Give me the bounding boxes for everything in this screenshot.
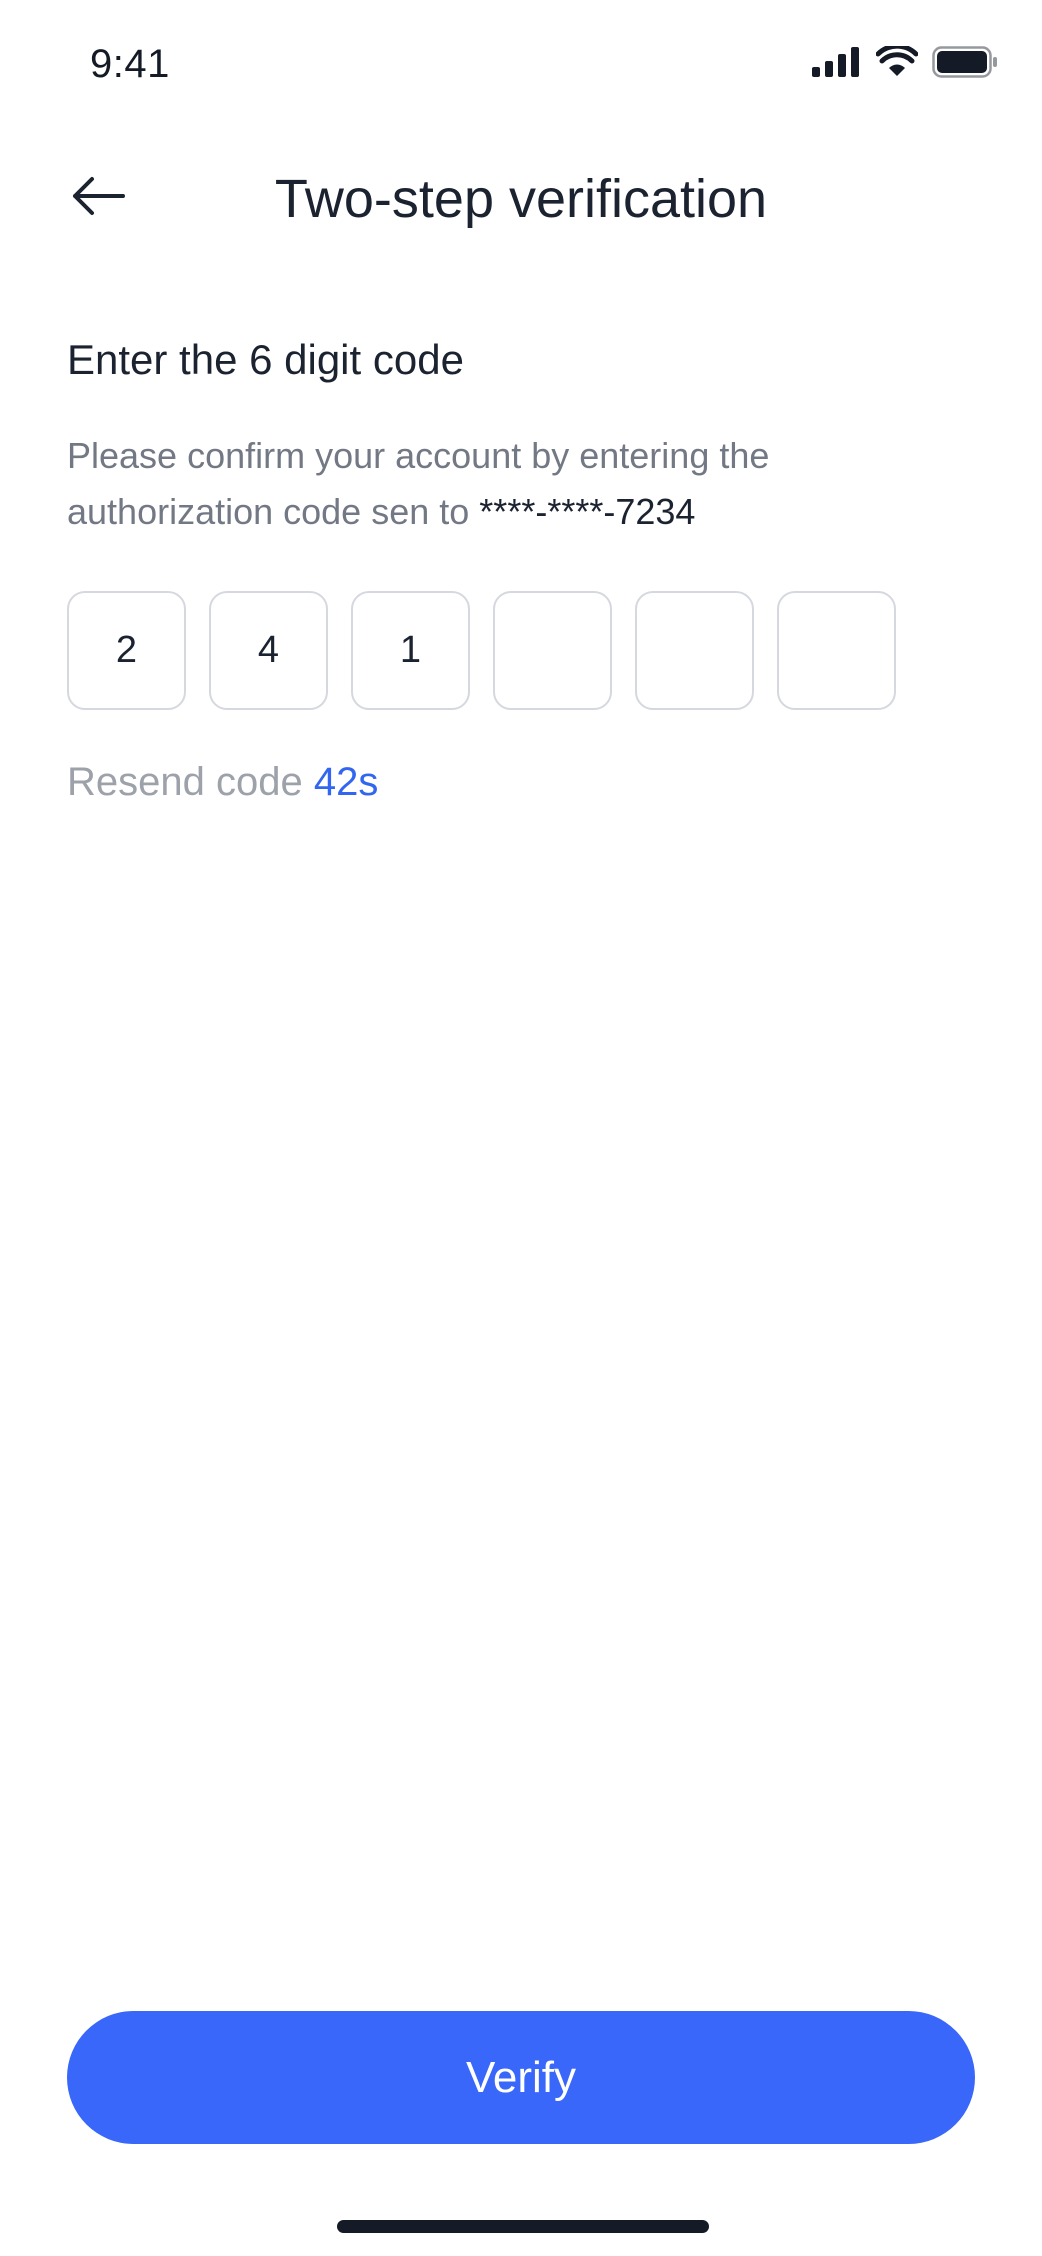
otp-code-inputs: 2 4 1 bbox=[67, 591, 896, 710]
resend-code[interactable]: Resend code 42s bbox=[67, 760, 378, 805]
battery-icon bbox=[932, 46, 998, 83]
otp-digit-1[interactable]: 2 bbox=[67, 591, 186, 710]
page-title: Two-step verification bbox=[274, 169, 768, 229]
wifi-icon bbox=[875, 43, 919, 83]
otp-digit-2[interactable]: 4 bbox=[209, 591, 328, 710]
resend-code-label: Resend code bbox=[67, 760, 303, 804]
code-heading: Enter the 6 digit code bbox=[67, 336, 464, 383]
cellular-signal-icon bbox=[812, 47, 862, 82]
otp-digit-5[interactable] bbox=[635, 591, 754, 710]
instruction-text: Please confirm your account by entering … bbox=[67, 428, 947, 540]
status-icons bbox=[812, 43, 998, 83]
status-time: 9:41 bbox=[90, 42, 170, 86]
otp-digit-6[interactable] bbox=[777, 591, 896, 710]
masked-phone-number: ****-****-7234 bbox=[479, 491, 696, 532]
otp-digit-4[interactable] bbox=[493, 591, 612, 710]
verify-button[interactable]: Verify bbox=[67, 2011, 975, 2144]
resend-timer: 42s bbox=[313, 760, 379, 804]
otp-digit-3[interactable]: 1 bbox=[351, 591, 470, 710]
home-indicator bbox=[337, 2220, 709, 2233]
